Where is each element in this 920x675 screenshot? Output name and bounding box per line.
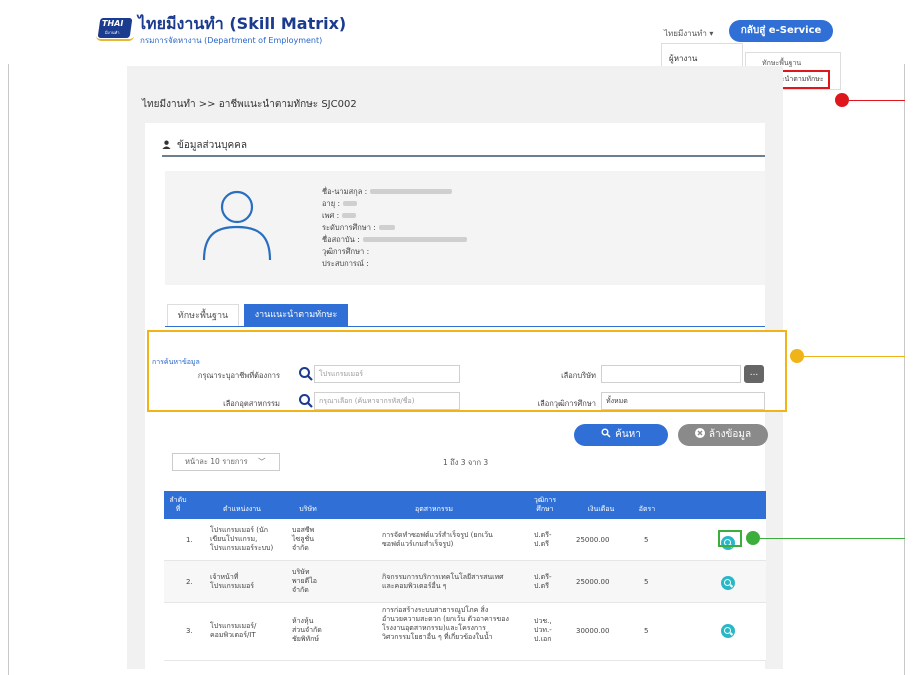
cell-education: ป.ตรี- ป.ตรี <box>534 531 552 548</box>
personal-info: ชื่อ-นามสกุล : อายุ : เพศ : ระดับการศึกษ… <box>322 186 467 270</box>
table-row: 3. โปรแกรมเมอร์/ คอมพิวเตอร์/IT ห้างหุ้น… <box>164 603 766 661</box>
industry-label: เลือกอุตสาหกรรม <box>223 399 280 408</box>
tab-basic-skills[interactable]: ทักษะพื้นฐาน <box>167 304 239 326</box>
table-row: 2. เจ้าหน้าที่ โปรแกรมเมอร์ บริษัท พายดี… <box>164 561 766 603</box>
info-gender: เพศ : <box>322 210 467 222</box>
cell-salary: 25000.00 <box>576 536 610 544</box>
annotation-dot-yellow <box>790 349 804 363</box>
th-no: ลำดับ ที่ <box>169 496 187 513</box>
education-label: เลือกวุฒิการศึกษา <box>537 399 596 408</box>
annotation-line-green <box>760 538 905 539</box>
logo-text: THAI <box>102 19 124 28</box>
cell-rate: 5 <box>644 578 649 586</box>
cell-company: บอสซีพ ไซลูชั่น จำกัด <box>292 526 315 552</box>
cell-no: 1. <box>186 536 193 544</box>
search-icon <box>601 428 611 438</box>
search-button-label: ค้นหา <box>615 429 641 440</box>
cell-no: 2. <box>186 578 193 586</box>
app-subtitle: กรมการจัดหางาน (Department of Employment… <box>140 36 323 45</box>
section-title-personal: ข้อมูลส่วนบุคคล <box>162 138 247 153</box>
tab-underline <box>165 326 765 327</box>
cell-industry: การจัดทำซอฟต์แวร์สำเร็จรูป (ยกเว้น ซอฟต์… <box>382 531 493 548</box>
th-company: บริษัท <box>299 505 317 513</box>
annotation-line-red <box>849 100 905 101</box>
info-name: ชื่อ-นามสกุล : <box>322 186 467 198</box>
info-age: อายุ : <box>322 198 467 210</box>
cell-education: ปวช., ปวท.- ป.เอก <box>534 617 552 643</box>
cell-position: เจ้าหน้าที่ โปรแกรมเมอร์ <box>210 573 255 590</box>
company-more-button[interactable]: ... <box>744 365 764 383</box>
person-icon <box>162 140 171 149</box>
cell-position: โปรแกรมเมอร์/ คอมพิวเตอร์/IT <box>210 622 257 639</box>
per-page-select[interactable]: หน้าละ 10 รายการ ﹀ <box>172 453 280 471</box>
view-detail-icon[interactable] <box>721 576 735 590</box>
cell-industry: กิจกรรมการบริการเทคโนโลยีสารสนเทศ และคอม… <box>382 573 504 590</box>
occupation-label: กรุณาระบุอาชีพที่ต้องการ <box>197 371 280 380</box>
info-education-level: ระดับการศึกษา : <box>322 222 467 234</box>
cell-rate: 5 <box>644 627 649 635</box>
tab-recommended-jobs[interactable]: งานแนะนำตามทักษะ <box>244 304 348 326</box>
cell-industry: การก่อสร้างระบบสาธารณูปโภค สิ่ง อำนวยควา… <box>382 606 509 641</box>
section-title-text: ข้อมูลส่วนบุคคล <box>177 140 247 151</box>
info-institute: ชื่อสถาบัน : <box>322 234 467 246</box>
info-degree: วุฒิการศึกษา : <box>322 247 370 256</box>
cell-rate: 5 <box>644 536 649 544</box>
annotation-dot-red <box>835 93 849 107</box>
cell-company: ห้างหุ้น ส่วนจำกัด ชัยพิทักษ์ <box>292 617 322 643</box>
annotation-dot-green <box>746 531 760 545</box>
company-label: เลือกบริษัท <box>561 371 596 380</box>
cell-salary: 30000.00 <box>576 627 610 635</box>
per-page-label: หน้าละ 10 รายการ <box>185 457 248 466</box>
pagination-info: 1 ถึง 3 จาก 3 <box>443 458 489 467</box>
occupation-input[interactable]: โปรแกรมเมอร์ <box>314 365 460 383</box>
cell-position: โปรแกรมเมอร์ (นัก เขียนโปรแกรม, โปรแกรมเ… <box>210 526 274 552</box>
clear-button-label: ล้างข้อมูล <box>708 429 752 440</box>
breadcrumb: ไทยมีงานทำ >> อาชีพแนะนำตามทักษะ SJC002 <box>142 99 357 110</box>
logo[interactable]: THAI มีงานทำ <box>96 16 134 42</box>
logo-sub: มีงานทำ <box>105 30 120 35</box>
th-position: ตำแหน่งงาน <box>223 505 261 513</box>
info-experience: ประสบการณ์ : <box>322 259 369 268</box>
search-title: การค้นหาข้อมูล <box>152 358 200 366</box>
company-input[interactable] <box>601 365 741 383</box>
nav-menu-thaimeengantham[interactable]: ไทยมีงานทำ ▾ <box>664 27 713 40</box>
th-salary: เงินเดือน <box>587 505 615 513</box>
th-industry: อุตสาหกรรม <box>415 505 453 513</box>
search-button[interactable]: ค้นหา <box>574 424 668 446</box>
clear-button[interactable]: ล้างข้อมูล <box>678 424 768 446</box>
th-rate: อัตรา <box>638 505 656 513</box>
occupation-search-icon[interactable] <box>297 365 315 383</box>
industry-search-icon[interactable] <box>297 392 315 410</box>
back-to-eservice-button[interactable]: กลับสู่ e-Service <box>729 20 833 42</box>
cell-no: 3. <box>186 627 193 635</box>
cell-education: ป.ตรี- ป.ตรี <box>534 573 552 590</box>
th-education: วุฒิการ ศึกษา <box>533 496 557 513</box>
table-row: 1. โปรแกรมเมอร์ (นัก เขียนโปรแกรม, โปรแก… <box>164 519 766 561</box>
avatar-icon <box>202 190 272 261</box>
clear-icon <box>694 428 705 438</box>
cell-salary: 25000.00 <box>576 578 610 586</box>
section-divider <box>162 155 765 157</box>
view-detail-icon[interactable] <box>721 624 735 638</box>
industry-input[interactable]: กรุณาเลือก (ค้นหาจากรหัส/ชื่อ) <box>314 392 460 410</box>
dropdown-item-job-seeker[interactable]: ผู้หางาน <box>669 54 697 63</box>
annotation-line-yellow <box>804 356 905 357</box>
cell-company: บริษัท พายดีไอ จำกัด <box>292 568 317 594</box>
annotation-box-green <box>718 530 742 547</box>
table-header: ลำดับ ที่ ตำแหน่งงาน บริษัท อุตสาหกรรม ว… <box>164 491 766 519</box>
chevron-down-icon: ﹀ <box>258 457 266 466</box>
education-select[interactable]: ทั้งหมด <box>601 392 765 410</box>
